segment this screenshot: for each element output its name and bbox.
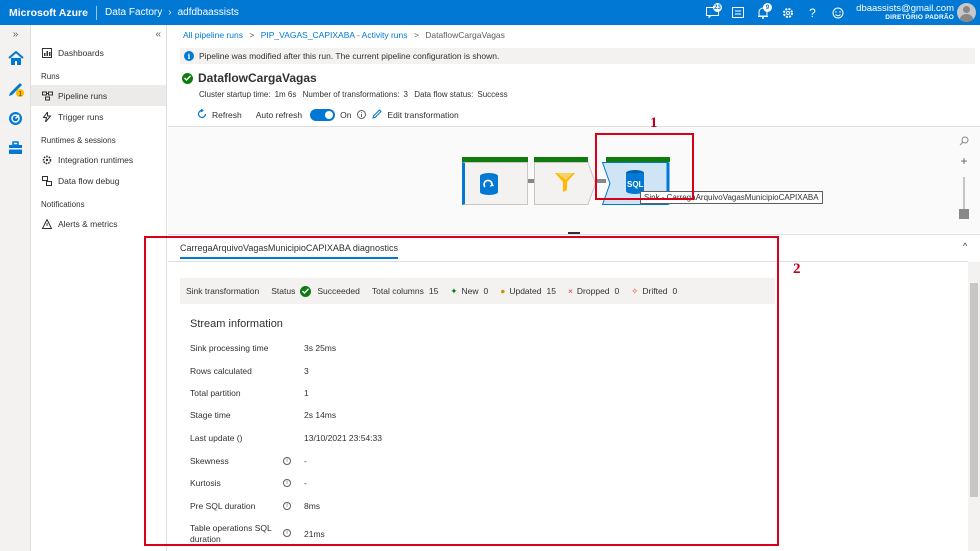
edit-transformation-button[interactable]: Edit transformation [357,109,459,121]
info-text: Pipeline was modified after this run. Th… [199,51,500,61]
data-flow-debug-icon [41,175,53,187]
chevron-up-icon[interactable]: ^ [963,241,967,251]
cluster-startup-value: 1m 6s [274,90,297,99]
azure-brand[interactable]: Microsoft Azure [0,7,90,19]
sidebar-item-label: Data flow debug [58,175,120,186]
toolbar: Refresh Auto refresh On Edit transformat… [197,108,473,121]
smiley-icon[interactable] [825,0,850,25]
breadcrumb: All pipeline runs > PIP_VAGAS_CAPIXABA -… [183,30,505,40]
user-account[interactable]: dbaassists@gmail.com DIRETÓRIO PADRÃO [856,3,954,21]
breadcrumb-sep: > [249,30,255,40]
sidebar-item-label: Pipeline runs [58,90,108,101]
header-icons: 23 9 ? [700,0,850,25]
left-rail: » 1 [0,25,31,551]
annotation-label-1: 1 [650,115,658,131]
home-icon[interactable] [0,43,31,73]
author-pencil-icon[interactable]: 1 [0,73,31,103]
manage-toolbox-icon[interactable] [0,133,31,163]
success-check-icon [182,72,193,84]
avatar[interactable] [957,3,976,22]
source-node[interactable] [462,157,528,205]
filter-node[interactable] [534,157,596,205]
dataflow-canvas[interactable]: SQL Sink - CarregaArquivoVagasMunicipioC… [168,127,980,233]
feedback-badge: 23 [713,3,722,12]
notifications-header: Notifications [41,200,85,209]
status-value: Success [477,90,508,99]
cluster-startup-label: Cluster startup time: [199,90,271,99]
breadcrumb-sep: > [413,30,419,40]
help-icon[interactable]: ? [800,0,825,25]
bell-icon[interactable]: 9 [750,0,775,25]
sidebar-item-label: Integration runtimes [58,154,134,165]
dashboard-icon [41,47,53,59]
user-directory: DIRETÓRIO PADRÃO [885,14,954,21]
status-label: Data flow status: [414,90,474,99]
annotation-label-2: 2 [793,261,801,277]
annotation-box-2 [144,236,779,546]
scrollbar-thumb[interactable] [970,283,978,497]
breadcrumb-all-runs[interactable]: All pipeline runs [183,30,243,40]
auto-refresh-label: Auto refresh [255,110,303,120]
sidebar-item-integration-runtimes[interactable]: Integration runtimes [31,149,166,170]
info-banner: i Pipeline was modified after this run. … [180,48,975,64]
divider [168,234,980,235]
breadcrumb-activity-runs[interactable]: PIP_VAGAS_CAPIXABA - Activity runs [261,30,408,40]
monitor-icon[interactable] [0,103,31,133]
sidebar-item-data-flow-debug[interactable]: Data flow debug [31,170,166,191]
sidebar-item-dashboards[interactable]: Dashboards [31,42,166,63]
refresh-label: Refresh [212,110,242,120]
transformations-value: 3 [403,90,408,99]
sidebar-item-alerts-metrics[interactable]: Alerts & metrics [31,213,166,234]
integration-runtime-icon [41,154,53,166]
info-circle-icon [357,109,367,121]
sidebar-item-label: Alerts & metrics [58,218,118,229]
sidebar-item-pipeline-runs[interactable]: Pipeline runs [31,85,166,106]
refresh-icon [197,108,207,121]
annotation-box-1 [595,133,694,200]
toggle-switch[interactable] [310,109,336,121]
run-metadata: Cluster startup time: 1m 6s Number of tra… [199,90,512,99]
expand-icon[interactable]: » [0,25,31,43]
zoom-slider-handle[interactable] [959,209,969,219]
sidebar-item-label: Dashboards [58,47,104,58]
source-database-icon [478,172,500,198]
directory-icon[interactable] [725,0,750,25]
runs-header: Runs [41,72,60,81]
page-title: DataflowCargaVagas [182,71,317,85]
pencil-icon [372,109,383,121]
transformations-label: Number of transformations: [302,90,400,99]
zoom-in-button[interactable]: + [954,151,974,171]
zoom-tools: + [954,131,974,171]
divider [96,5,97,20]
service-name[interactable]: Data Factory [103,7,164,18]
pipeline-runs-icon [41,90,53,102]
auto-refresh-toggle[interactable]: Auto refresh On [255,109,352,121]
factory-name[interactable]: adfdbaassists [176,7,241,18]
bell-badge: 9 [763,3,772,12]
feedback-icon[interactable]: 23 [700,0,725,25]
sidebar-item-label: Trigger runs [58,111,104,122]
info-icon: i [184,51,194,61]
breadcrumb-current: DataflowCargaVagas [425,30,505,40]
user-email: dbaassists@gmail.com [856,3,954,14]
gear-icon[interactable] [775,0,800,25]
collapse-icon[interactable]: « [155,29,161,40]
runtimes-header: Runtimes & sessions [41,136,116,145]
filter-funnel-icon [554,171,576,195]
alert-icon [41,218,53,230]
run-title-text: DataflowCargaVagas [198,71,317,85]
trigger-icon [41,111,53,123]
toggle-state: On [340,110,352,120]
edit-transformation-label: Edit transformation [387,110,459,120]
chevron-right-icon: › [168,7,172,18]
sidebar-item-trigger-runs[interactable]: Trigger runs [31,106,166,127]
search-icon[interactable] [954,131,974,151]
refresh-button[interactable]: Refresh [197,108,242,121]
top-bar: Microsoft Azure Data Factory › adfdbaass… [0,0,980,25]
